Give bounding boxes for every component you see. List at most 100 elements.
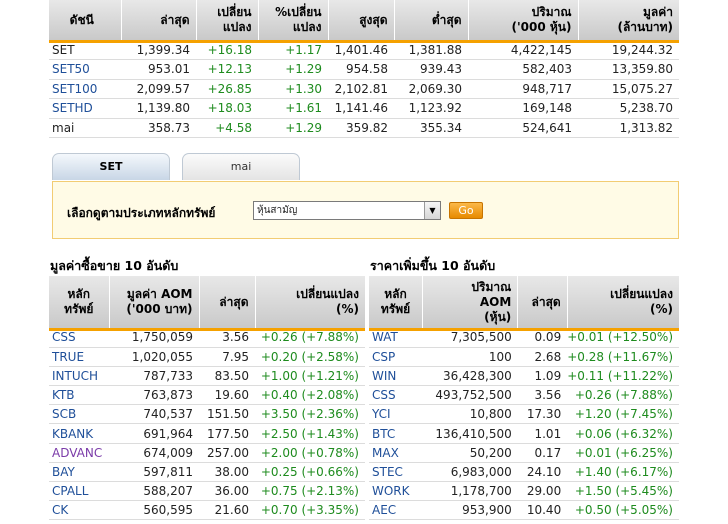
col-change: เปลี่ยน แปลง (196, 0, 259, 40)
symbol-link[interactable]: WORK (369, 481, 423, 502)
index-high: 2,102.81 (328, 79, 394, 99)
symbol-link[interactable]: AEC (369, 500, 423, 521)
last-price: 38.00 (199, 462, 255, 483)
index-last: 1,139.80 (121, 98, 196, 119)
index-change: +12.13 (196, 59, 258, 80)
col-high: สูงสุด (328, 0, 395, 40)
col-last: ล่าสุด (121, 0, 197, 40)
col-aom-volume: ปริมาณ AOM (หุ้น) (422, 276, 519, 328)
price-change: +0.01 (+6.25%) (567, 443, 679, 463)
col-value: มูลค่า (ล้านบาท) (578, 0, 679, 40)
index-low: 1,123.92 (394, 98, 468, 119)
index-high: 359.82 (328, 118, 394, 138)
symbol-link[interactable]: BAY (49, 462, 109, 483)
top-value-table: หลัก ทรัพย์ มูลค่า AOM ('000 บาท) ล่าสุด เ… (49, 276, 365, 521)
symbol-link[interactable]: CPALL (49, 481, 109, 502)
symbol-link[interactable]: KBANK (49, 423, 109, 444)
last-price: 17.30 (517, 404, 568, 425)
col-volume: ปริมาณ ('000 หุ้น) (468, 0, 579, 40)
aom-value: 1,020,055 (109, 347, 199, 367)
price-change: +0.26 (+7.88%) (567, 385, 679, 406)
last-price: 1.09 (517, 366, 568, 387)
last-price: 19.60 (199, 385, 255, 406)
aom-value: 691,964 (109, 423, 199, 444)
aom-value: 674,009 (109, 443, 199, 463)
price-change: +0.20 (+2.58%) (255, 347, 365, 367)
symbol-link[interactable]: INTUCH (49, 366, 109, 387)
last-price: 0.17 (517, 443, 568, 463)
table-row: STEC 6,983,000 24.10 +1.40 (+6.17%) (369, 462, 679, 483)
index-value: 15,075.27 (578, 79, 679, 99)
table-row: KBANK 691,964 177.50 +2.50 (+1.43%) (49, 423, 365, 444)
col-aom: มูลค่า AOM ('000 บาท) (109, 276, 200, 328)
table-row: TRUE 1,020,055 7.95 +0.20 (+2.58%) (49, 347, 365, 367)
symbol-link[interactable]: SCB (49, 404, 109, 425)
index-value: 5,238.70 (578, 98, 679, 119)
tab-mai[interactable]: mai (182, 153, 300, 180)
security-type-filter: เลือกดูตามประเภทหลักทรัพย์ หุ้นสามัญ ▼ G… (52, 181, 679, 239)
aom-value: 6,983,000 (422, 462, 518, 483)
price-change: +3.50 (+2.36%) (255, 404, 365, 425)
top-gainers-header-accent (369, 328, 679, 331)
go-button[interactable]: Go (449, 202, 483, 219)
chevron-down-icon[interactable]: ▼ (424, 202, 440, 219)
col-index: ดัชนี (49, 0, 122, 40)
index-pct-change: +1.29 (258, 59, 328, 80)
index-volume: 582,403 (468, 59, 578, 80)
last-price: 2.68 (517, 347, 568, 367)
last-price: 177.50 (199, 423, 255, 444)
aom-value: 597,811 (109, 462, 199, 483)
table-row: INTUCH 787,733 83.50 +1.00 (+1.21%) (49, 366, 365, 387)
symbol-link[interactable]: CSS (369, 385, 423, 406)
table-row: BAY 597,811 38.00 +0.25 (+0.66%) (49, 462, 365, 483)
index-name[interactable]: SETHD (49, 98, 121, 119)
table-row: KTB 763,873 19.60 +0.40 (+2.08%) (49, 385, 365, 406)
table-row: ADVANC 674,009 257.00 +2.00 (+0.78%) (49, 443, 365, 463)
aom-value: 10,800 (422, 404, 518, 425)
symbol-link[interactable]: YCI (369, 404, 423, 425)
last-price: 151.50 (199, 404, 255, 425)
index-name[interactable]: SET50 (49, 59, 121, 80)
table-row: CK 560,595 21.60 +0.70 (+3.35%) (49, 500, 365, 521)
symbol-link[interactable]: TRUE (49, 347, 109, 367)
symbol-link[interactable]: WIN (369, 366, 423, 387)
table-row: AEC 953,900 10.40 +0.50 (+5.05%) (369, 500, 679, 521)
symbol-link[interactable]: CSP (369, 347, 423, 367)
index-change: +26.85 (196, 79, 258, 99)
price-change: +1.00 (+1.21%) (255, 366, 365, 387)
index-value: 13,359.80 (578, 59, 679, 80)
index-name[interactable]: SET100 (49, 79, 121, 99)
last-price: 10.40 (517, 500, 568, 521)
aom-value: 588,207 (109, 481, 199, 502)
index-volume: 948,717 (468, 79, 578, 99)
symbol-link[interactable]: CK (49, 500, 109, 521)
tab-set[interactable]: SET (52, 153, 170, 180)
index-low: 2,069.30 (394, 79, 468, 99)
symbol-link[interactable]: ADVANC (49, 443, 109, 463)
index-volume: 169,148 (468, 98, 578, 119)
index-row: SET100 2,099.57 +26.85 +1.30 2,102.81 2,069.3… (49, 79, 679, 99)
aom-value: 763,873 (109, 385, 199, 406)
symbol-link[interactable]: MAX (369, 443, 423, 463)
table-row: SCB 740,537 151.50 +3.50 (+2.36%) (49, 404, 365, 425)
index-low: 939.43 (394, 59, 468, 80)
index-row: SETHD 1,139.80 +18.03 +1.61 1,141.46 1,123.92… (49, 98, 679, 119)
index-table: ดัชนี ล่าสุด เปลี่ยน แปลง %เปลี่ยน แปลง สู… (49, 0, 679, 138)
table-row: YCI 10,800 17.30 +1.20 (+7.45%) (369, 404, 679, 425)
symbol-link[interactable]: BTC (369, 423, 423, 444)
symbol-link[interactable]: KTB (49, 385, 109, 406)
col-last: ล่าสุด (517, 276, 568, 328)
col-last: ล่าสุด (199, 276, 256, 328)
symbol-link[interactable]: STEC (369, 462, 423, 483)
price-change: +0.25 (+0.66%) (255, 462, 365, 483)
top-value-header-accent (49, 328, 365, 331)
aom-value: 787,733 (109, 366, 199, 387)
price-change: +1.40 (+6.17%) (567, 462, 679, 483)
index-pct-change: +1.61 (258, 98, 328, 119)
index-change: +18.03 (196, 98, 258, 119)
aom-value: 953,900 (422, 500, 518, 521)
top-gainers-header-row: หลัก ทรัพย์ ปริมาณ AOM (หุ้น) ล่าสุด เปลี่ย… (369, 276, 679, 328)
security-type-select[interactable]: หุ้นสามัญ ▼ (253, 201, 441, 220)
table-row: WIN 36,428,300 1.09 +0.11 (+11.22%) (369, 366, 679, 387)
index-header-accent (49, 40, 679, 43)
